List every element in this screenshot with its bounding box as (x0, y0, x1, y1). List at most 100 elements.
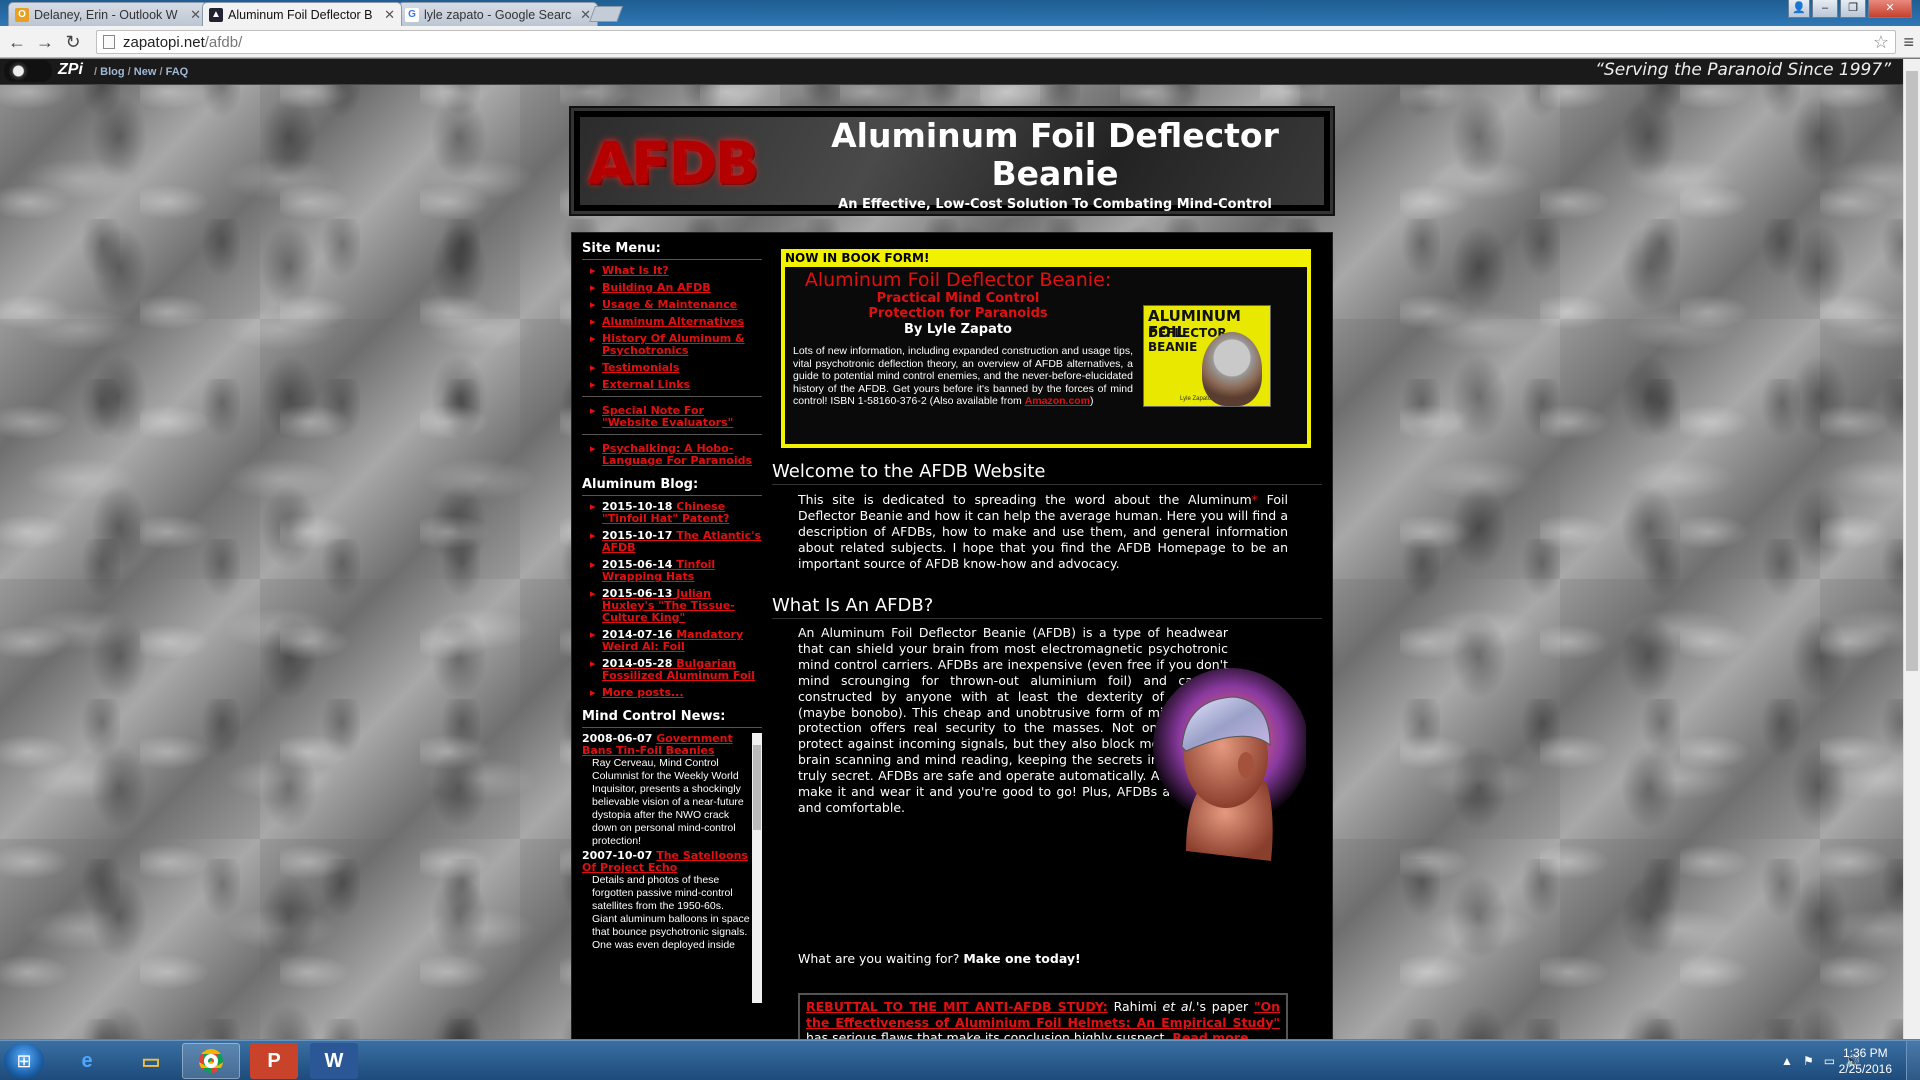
news-body: Ray Cerveau, Mind Control Columnist for … (592, 757, 744, 847)
blog-heading: Aluminum Blog: (582, 477, 762, 496)
forward-button[interactable]: → (34, 32, 56, 52)
book-cover-image[interactable]: ALUMINUM FOIL DEFLECTOR BEANIE Lyle Zapat… (1143, 305, 1271, 407)
blog-post[interactable]: 2015-10-18 Chinese "Tinfoil Hat" Patent? (582, 501, 762, 525)
rebuttal-etal: et al. (1162, 999, 1197, 1014)
call-to-action: What are you waiting for? Make one today… (798, 951, 1081, 966)
news-item: 2008-06-07 Government Bans Tin-Foil Bean… (582, 733, 750, 848)
browser-tab-strip: O Delaney, Erin - Outlook W ✕ ▲ Aluminum… (0, 0, 1920, 26)
zpi-site-name[interactable]: ZPi (58, 61, 83, 79)
book-subtitle[interactable]: Practical Mind Control Protection for Pa… (793, 291, 1123, 321)
news-scrollbar[interactable] (752, 733, 762, 1003)
tab-label: Aluminum Foil Deflector B (228, 7, 373, 22)
special-menu: Special Note For "Website Evaluators" (582, 405, 762, 429)
menu-item-psychalking[interactable]: Psychalking: A Hobo-Language For Paranoi… (582, 443, 762, 467)
chrome-menu-icon[interactable]: ≡ (1903, 32, 1914, 53)
blog-post[interactable]: 2014-05-28 Bulgarian Fossilized Aluminum… (582, 658, 762, 682)
action-center-flag-icon[interactable]: ⚑ (1803, 1054, 1814, 1068)
cover-author: Lyle Zapato (1180, 396, 1212, 402)
show-hidden-icons-icon[interactable]: ▲ (1781, 1054, 1793, 1068)
banner-background: AFDB Aluminum Foil Deflector Beanie An E… (580, 117, 1324, 212)
outlook-icon: O (15, 7, 29, 22)
file-explorer-icon[interactable]: ▭ (122, 1043, 180, 1079)
tab-google[interactable]: G lyle zapato - Google Searc ✕ (398, 2, 598, 26)
menu-item-history[interactable]: History Of Aluminum & Psychotronics (582, 333, 762, 357)
menu-item-testimonials[interactable]: Testimonials (582, 362, 762, 375)
what-is-heading: What Is An AFDB? (772, 595, 1322, 619)
nav-separator: / (127, 66, 131, 78)
page-scroll-thumb[interactable] (1906, 71, 1918, 671)
extra-menu: Psychalking: A Hobo-Language For Paranoi… (582, 443, 762, 467)
clock-date: 2/25/2016 (1838, 1062, 1892, 1076)
show-desktop-button[interactable] (1906, 1041, 1920, 1080)
more-posts-link[interactable]: More posts... (582, 687, 762, 700)
book-subtitle-line2: Protection for Paranoids (868, 306, 1048, 321)
cta-make-one[interactable]: Make one today! (963, 951, 1080, 966)
word-icon[interactable]: W (310, 1043, 358, 1079)
tab-afdb[interactable]: ▲ Aluminum Foil Deflector B ✕ (202, 2, 402, 26)
start-button[interactable]: ⊞ (4, 1043, 44, 1079)
restore-button[interactable]: ❐ (1840, 0, 1866, 18)
rebuttal-text: Rahimi (1107, 999, 1163, 1014)
blog-post[interactable]: 2014-07-16 Mandatory Weird Al: Foil (582, 629, 762, 653)
book-subtitle-line1: Practical Mind Control (876, 291, 1040, 306)
blog-post[interactable]: 2015-06-13 Julian Huxley's "The Tissue-C… (582, 588, 762, 624)
blog-post[interactable]: 2015-10-17 The Atlantic's AFDB (582, 530, 762, 554)
menu-item-website-evaluators[interactable]: Special Note For "Website Evaluators" (582, 405, 762, 429)
rebuttal-text: 's paper (1196, 999, 1254, 1014)
nav-link-faq[interactable]: FAQ (166, 66, 189, 78)
nav-link-blog[interactable]: Blog (100, 66, 124, 78)
news-item: 2007-10-07 The Satelloons Of Project Ech… (582, 850, 750, 952)
zpi-logo[interactable] (4, 60, 54, 84)
tab-label: lyle zapato - Google Searc (424, 7, 572, 22)
book-promo-box: NOW IN BOOK FORM! Aluminum Foil Deflecto… (781, 249, 1311, 448)
book-description: Lots of new information, including expan… (793, 345, 1133, 408)
amazon-link[interactable]: Amazon.com (1025, 395, 1090, 407)
nav-link-new[interactable]: New (134, 66, 157, 78)
bookmark-star-icon[interactable]: ☆ (1873, 32, 1889, 53)
windows-taskbar: ⊞ e ▭ P W ▲ ⚑ ▭ 🔊 1:36 PM 2/25/2016 (0, 1040, 1920, 1080)
network-icon[interactable]: ▭ (1824, 1054, 1835, 1068)
system-clock[interactable]: 1:36 PM 2/25/2016 (1839, 1045, 1892, 1077)
sidebar: Site Menu: What Is It? Building An AFDB … (582, 241, 762, 1003)
beanie-head-illustration (1153, 668, 1306, 861)
menu-item-what-is-it[interactable]: What Is It? (582, 265, 762, 278)
news-box[interactable]: 2008-06-07 Government Bans Tin-Foil Bean… (582, 733, 762, 1003)
menu-item-building[interactable]: Building An AFDB (582, 282, 762, 295)
blog-post[interactable]: 2015-06-14 Tinfoil Wrapping Hats (582, 559, 762, 583)
reload-button[interactable]: ↻ (62, 32, 84, 52)
powerpoint-icon[interactable]: P (250, 1043, 298, 1079)
menu-item-usage[interactable]: Usage & Maintenance (582, 299, 762, 312)
close-tab-icon[interactable]: ✕ (384, 7, 395, 23)
cover-face-illustration (1202, 332, 1262, 406)
menu-item-external-links[interactable]: External Links (582, 379, 762, 392)
internet-explorer-icon[interactable]: e (58, 1043, 116, 1079)
page-icon (103, 35, 115, 49)
new-tab-button[interactable] (589, 6, 623, 22)
user-profile-icon[interactable]: 👤 (1788, 0, 1810, 18)
back-button[interactable]: ← (6, 32, 28, 52)
close-tab-icon[interactable]: ✕ (190, 7, 201, 23)
address-bar[interactable]: zapatopi.net/afdb/ ☆ (96, 30, 1896, 54)
afdb-logo[interactable]: AFDB (588, 123, 759, 203)
read-more-link[interactable]: Read more... (1172, 1030, 1262, 1039)
tab-outlook[interactable]: O Delaney, Erin - Outlook W ✕ (8, 2, 208, 26)
url-path: /afdb/ (204, 33, 243, 51)
close-window-button[interactable]: ✕ (1868, 0, 1912, 18)
cta-question: What are you waiting for? (798, 951, 960, 966)
rebuttal-title-link[interactable]: REBUTTAL TO THE MIT ANTI-AFDB STUDY: (806, 999, 1108, 1014)
zpi-top-bar: ZPi / Blog / New / FAQ “Serving the Para… (0, 59, 1903, 85)
url-host: zapatopi.net (123, 33, 205, 51)
news-date-title: 2007-10-07 The Satelloons Of Project Ech… (582, 850, 750, 874)
menu-item-alternatives[interactable]: Aluminum Alternatives (582, 316, 762, 329)
zpi-logo-icon (4, 60, 52, 82)
news-scroll-thumb[interactable] (753, 745, 761, 830)
book-title[interactable]: Aluminum Foil Deflector Beanie: (793, 269, 1123, 291)
minimize-button[interactable]: – (1812, 0, 1838, 18)
chrome-icon[interactable] (182, 1043, 240, 1079)
site-menu: What Is It? Building An AFDB Usage & Mai… (582, 265, 762, 392)
site-tagline: “Serving the Paranoid Since 1997” (1595, 60, 1891, 80)
book-author: By Lyle Zapato (903, 322, 1012, 337)
google-icon: G (405, 7, 419, 22)
welcome-heading: Welcome to the AFDB Website (772, 461, 1322, 485)
page-scrollbar[interactable] (1903, 59, 1920, 1039)
